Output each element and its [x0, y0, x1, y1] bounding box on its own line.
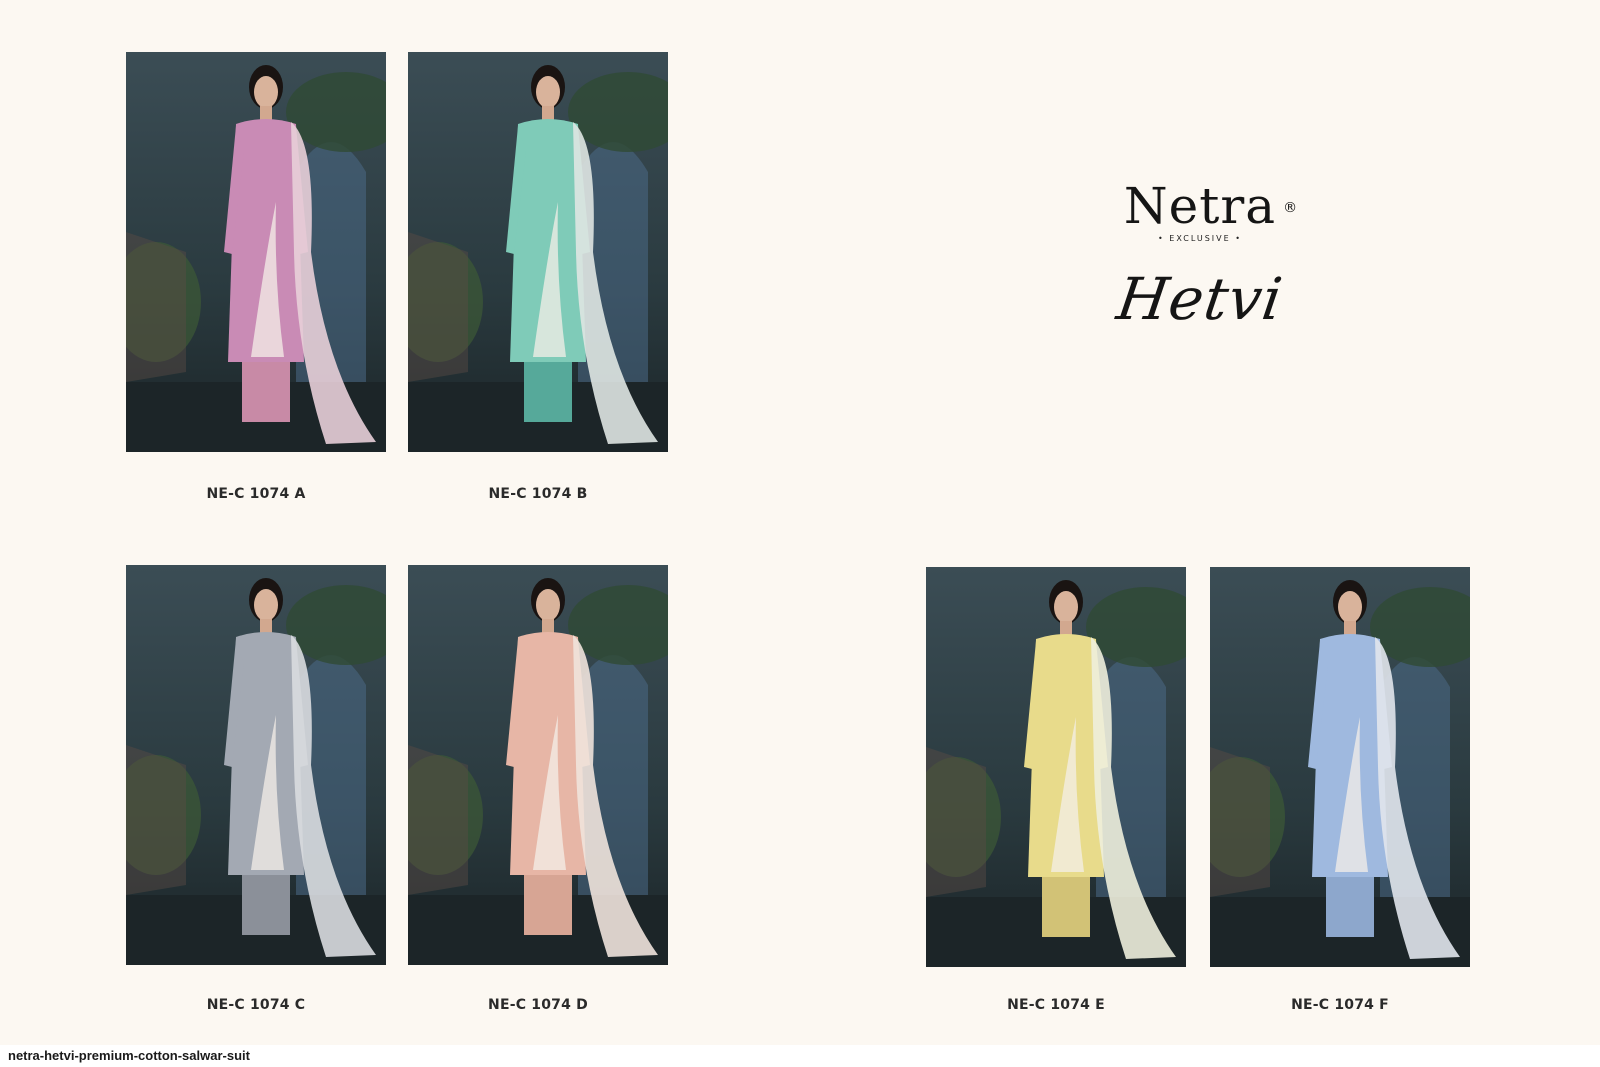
palazzo — [1042, 877, 1090, 937]
neck — [260, 106, 272, 120]
neck — [1060, 621, 1072, 635]
palazzo — [242, 875, 290, 935]
garden-steps — [126, 745, 186, 895]
caption-bar: netra-hetvi-premium-cotton-salwar-suit — [0, 1045, 1600, 1067]
neck — [1344, 621, 1356, 635]
catalog-page: NE-C 1074 A NE-C 1074 B NE-C 1074 C NE-C… — [0, 0, 1600, 1045]
photo-illustration — [126, 52, 386, 452]
image-caption: netra-hetvi-premium-cotton-salwar-suit — [8, 1048, 250, 1063]
product-photo-d[interactable] — [408, 565, 668, 965]
palazzo — [1326, 877, 1374, 937]
product-code-b: NE-C 1074 B — [488, 486, 588, 502]
neck — [542, 619, 554, 633]
photo-illustration — [126, 565, 386, 965]
face — [254, 589, 278, 621]
product-code-e: NE-C 1074 E — [1007, 997, 1105, 1013]
face — [536, 76, 560, 108]
product-photo-a[interactable] — [126, 52, 386, 452]
photo-illustration — [1210, 567, 1470, 967]
neck — [542, 106, 554, 120]
garden-steps — [408, 232, 468, 382]
product-photo-f[interactable] — [1210, 567, 1470, 967]
neck — [260, 619, 272, 633]
product-photo-c[interactable] — [126, 565, 386, 965]
product-code-d: NE-C 1074 D — [488, 997, 588, 1013]
collection-name: Hetvi — [1112, 265, 1288, 333]
garden-steps — [1210, 747, 1270, 897]
registered-mark: ® — [1283, 200, 1299, 216]
brand-name: Netra ® — [1123, 177, 1297, 235]
face — [1338, 591, 1362, 623]
photo-illustration — [926, 567, 1186, 967]
face — [254, 76, 278, 108]
product-photo-e[interactable] — [926, 567, 1186, 967]
photo-illustration — [408, 52, 668, 452]
product-code-f: NE-C 1074 F — [1291, 997, 1389, 1013]
garden-steps — [926, 747, 986, 897]
product-photo-b[interactable] — [408, 52, 668, 452]
garden-steps — [408, 745, 468, 895]
brand-name-text: Netra — [1123, 177, 1277, 235]
product-code-a: NE-C 1074 A — [206, 486, 306, 502]
face — [536, 589, 560, 621]
palazzo — [242, 362, 290, 422]
palazzo — [524, 875, 572, 935]
garden-steps — [126, 232, 186, 382]
palazzo — [524, 362, 572, 422]
photo-illustration — [408, 565, 668, 965]
brand-logo: Netra ® • EXCLUSIVE • — [1080, 178, 1320, 243]
product-code-c: NE-C 1074 C — [206, 997, 306, 1013]
face — [1054, 591, 1078, 623]
